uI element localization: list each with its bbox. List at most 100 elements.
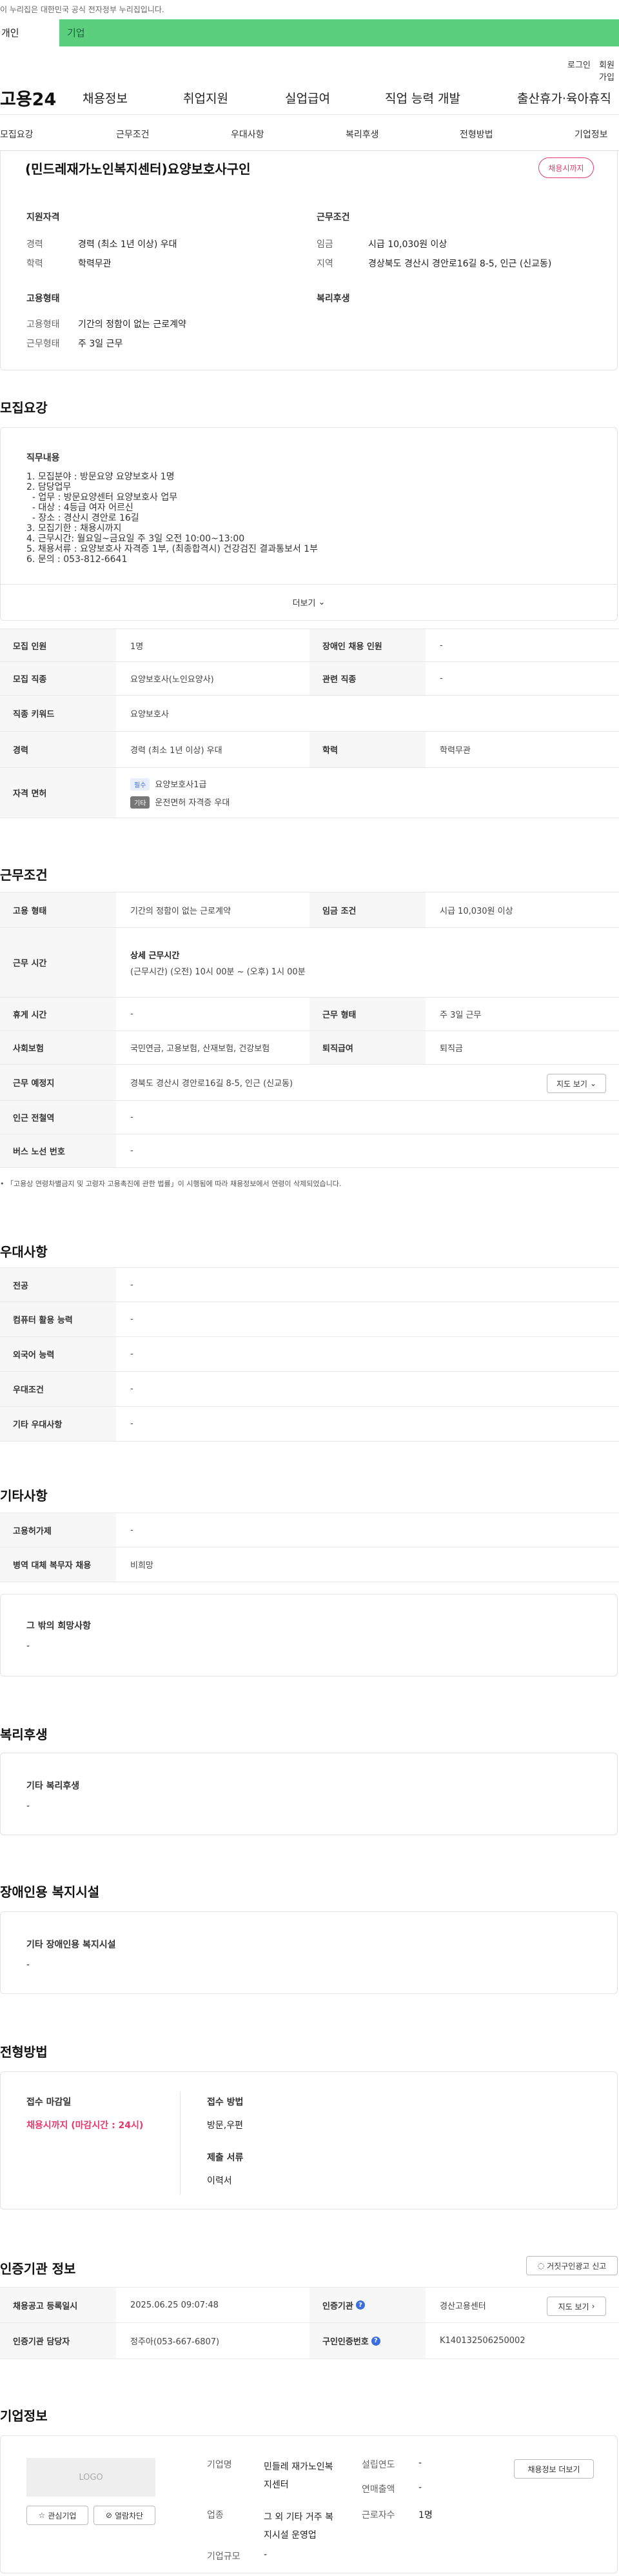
table-row: 컴퓨터 활용 능력 - [0, 1302, 619, 1337]
subnav-screen[interactable]: 전형방법 [460, 128, 493, 141]
tab-company[interactable]: 기업 [67, 19, 85, 46]
career-row-label: 경력 [0, 732, 116, 767]
info-icon[interactable]: ? [371, 2336, 380, 2346]
welfare-title: 복리후생 [0, 1727, 48, 1742]
subnav-pref[interactable]: 우대사항 [231, 128, 264, 141]
rest-value: - [130, 1009, 133, 1019]
subnav-company[interactable]: 기업정보 [575, 128, 608, 141]
edu-value: 학력무관 [78, 259, 112, 269]
subnav-recruit[interactable]: 모집요강 [0, 128, 34, 141]
welfare-heading: 복리후생 [317, 294, 350, 304]
screen-box: 접수 마감일 채용시까지 (마감시간 : 24시) 접수 방법 방문,우편 제출… [0, 2071, 618, 2209]
shape-label: 근무 형태 [310, 998, 426, 1031]
table-row: 직종 키워드 요양보호사 [0, 696, 619, 732]
nav-unemployment-benefit[interactable]: 실업급여 [285, 89, 330, 106]
emp-label: 고용 형태 [0, 892, 116, 927]
chevron-right-icon: › [591, 2302, 595, 2311]
scale-label: 기업규모 [207, 2551, 241, 2562]
list-item: 1. 모집분야 : 방문요양 요양보호사 1명 [26, 472, 175, 482]
license-value: 필수 요양보호사1급 기타 운전면허 자격증 우대 [130, 768, 230, 818]
main-nav: 고용24 채용정보 취업지원 실업급여 직업 능력 개발 출산휴가·육아휴직 [0, 83, 619, 115]
login-link[interactable]: 로그인 [567, 58, 591, 70]
license-label: 자격 면허 [0, 768, 116, 818]
career-label: 경력 [26, 239, 43, 250]
report-button-label: 거짓구인광고 신고 [547, 2261, 607, 2271]
job-title: (민드레재가노인복지센터)요양보호사구인 [25, 161, 251, 177]
job-label: 모집 직종 [0, 662, 116, 695]
work-value: 주 3일 근무 [78, 339, 123, 349]
nav-job-training[interactable]: 직업 능력 개발 [385, 89, 460, 106]
computer-value: - [130, 1314, 133, 1324]
star-icon: ☆ [38, 2511, 46, 2520]
table-row: 고용허가제 - [0, 1513, 619, 1547]
wage-label: 임금 [317, 239, 333, 250]
section-nav: 모집요강 근무조건 우대사항 복리후생 전형방법 기업정보 [0, 115, 619, 151]
disab-box: 기타 장애인용 복지시설 - [0, 1911, 618, 1994]
career-row-value: 경력 (최소 1년 이상) 우대 [130, 746, 222, 756]
chevron-down-icon: ⌄ [589, 1079, 597, 1088]
info-icon[interactable]: ? [355, 2300, 365, 2309]
bus-value: - [130, 1146, 133, 1156]
user-type-tabs: 개인 기업 [0, 19, 619, 46]
disabled-value: - [440, 640, 443, 650]
etc-title: 기타사항 [0, 1488, 48, 1504]
list-item: 3. 모집기한 : 채용시까지 [26, 523, 122, 534]
welfare-box-value: - [26, 1801, 30, 1811]
more-button[interactable]: 더보기 ⌄ [1, 584, 617, 620]
subnav-welfare[interactable]: 복리후생 [346, 128, 379, 141]
tab-personal[interactable]: 개인 [0, 19, 59, 46]
site-logo[interactable]: 고용24 [0, 85, 56, 110]
job-desc-heading: 직무내용 [26, 453, 60, 463]
scale-value: - [264, 2550, 268, 2560]
nav-parental-leave[interactable]: 출산휴가·육아휴직 [517, 89, 611, 106]
company-title: 기업정보 [0, 2408, 48, 2424]
manager-label: 인증기관 담당자 [0, 2323, 116, 2359]
method-value: 방문,우편 [207, 2120, 243, 2131]
disab-box-value: - [26, 1960, 30, 1970]
related-value: - [440, 674, 443, 683]
company-logo: LOGO [26, 2458, 155, 2497]
staff-value: 1명 [418, 2510, 433, 2521]
table-row: 고용 형태 기간의 정함이 없는 근로계약 임금 조건 시급 10,030원 이… [0, 892, 619, 928]
map-button[interactable]: 지도 보기 ⌄ [547, 1074, 606, 1093]
job-value: 요양보호사(노인요양사) [130, 675, 214, 685]
block-icon: ⊘ [105, 2511, 112, 2520]
deadline-heading: 접수 마감일 [26, 2097, 72, 2108]
manager-value: 정주아(053-667-6807) [130, 2337, 220, 2347]
docs-value: 이력서 [207, 2176, 232, 2186]
more-jobs-button[interactable]: 채용정보 더보기 [514, 2459, 594, 2479]
military-label: 병역 대체 복무자 채용 [0, 1547, 116, 1582]
disab-box-heading: 기타 장애인용 복지시설 [26, 1940, 116, 1950]
founded-value: - [418, 2458, 422, 2468]
career-value: 경력 (최소 1년 이상) 우대 [78, 239, 177, 250]
block-company-button[interactable]: ⊘ 열람차단 [93, 2506, 155, 2525]
wage-value: 시급 10,030원 이상 [368, 239, 447, 250]
list-item: 4. 근무시간: 월요일~금요일 주 3일 오전 10:00~13:00 [26, 534, 245, 544]
staff-label: 근로자수 [362, 2510, 395, 2521]
join-link[interactable]: 회원가입 [599, 58, 619, 83]
subway-label: 인근 전철역 [0, 1101, 116, 1134]
sales-label: 연매출액 [362, 2484, 395, 2495]
method-heading: 접수 방법 [207, 2097, 244, 2108]
reg-value: 2025.06.25 09:07:48 [130, 2300, 219, 2310]
bell-icon: ◌ [537, 2261, 545, 2270]
list-item: - 장소 : 경산시 경안로 16길 [32, 513, 139, 523]
table-row: 근무 예정지 경북도 경산시 경안로16길 8-5, 인근 (신교동) 지도 보… [0, 1065, 619, 1101]
emp-heading: 고용형태 [26, 294, 60, 304]
nav-employment-support[interactable]: 취업지원 [183, 89, 228, 106]
report-button[interactable]: ◌ 거짓구인광고 신고 [526, 2256, 618, 2275]
insurance-value: 국민연금, 고용보험, 산재보험, 건강보험 [130, 1044, 270, 1054]
place-value: 경북도 경산시 경안로16길 8-5, 인근 (신교동) [130, 1079, 293, 1089]
disabled-label: 장애인 채용 인원 [310, 629, 426, 661]
edu-row-value: 학력무관 [440, 746, 471, 756]
nav-job-info[interactable]: 채용정보 [83, 89, 128, 106]
org-label: 인증기관? [310, 2288, 426, 2322]
subnav-work[interactable]: 근무조건 [116, 128, 150, 141]
bus-label: 버스 노선 번호 [0, 1134, 116, 1167]
more-label: 더보기 [292, 599, 316, 609]
agency-map-button[interactable]: 지도 보기 › [547, 2297, 606, 2316]
work-title: 근무조건 [0, 867, 48, 883]
favorite-company-button[interactable]: ☆ 관심기업 [26, 2506, 88, 2525]
work-label: 근무형태 [26, 339, 60, 349]
edu-row-label: 학력 [310, 732, 426, 767]
